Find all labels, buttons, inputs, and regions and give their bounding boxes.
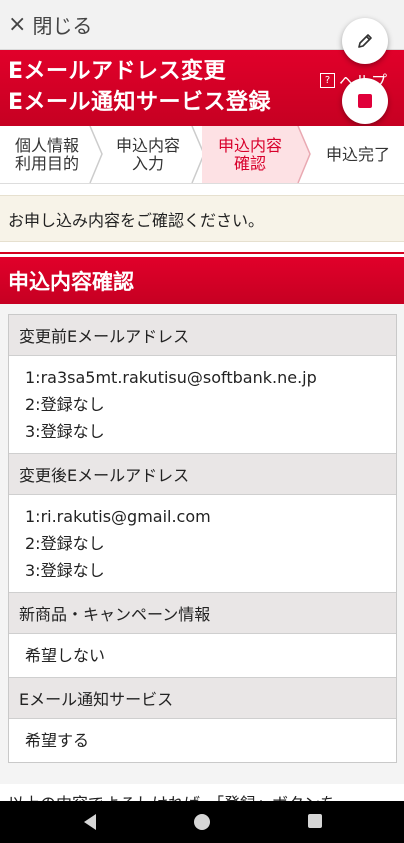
campaign-value: 希望しない <box>25 646 106 665</box>
close-icon[interactable]: × <box>8 13 26 36</box>
step-personal-info: 個人情報 利用目的 <box>14 135 79 173</box>
pencil-icon <box>358 34 372 48</box>
confirm-area: 変更前Eメールアドレス 1:ra3sa5mt.rakutisu@softbank… <box>0 304 404 784</box>
after-email-label: 変更後Eメールアドレス <box>9 454 396 495</box>
section-title: 申込内容確認 <box>0 257 404 304</box>
campaign-label: 新商品・キャンペーン情報 <box>9 593 396 634</box>
campaign-value-row: 希望しない <box>9 634 396 678</box>
notify-label: Eメール通知サービス <box>9 678 396 719</box>
before-email-2: 2:登録なし <box>25 395 105 414</box>
step-input: 申込内容 入力 <box>115 135 180 173</box>
confirm-table: 変更前Eメールアドレス 1:ra3sa5mt.rakutisu@softbank… <box>8 314 397 763</box>
after-email-values: 1:ri.rakutis@gmail.com 2:登録なし 3:登録なし <box>9 495 396 593</box>
notify-value-row: 希望する <box>9 719 396 762</box>
notice-message: お申し込み内容をご確認ください。 <box>0 195 404 242</box>
after-email-1: 1:ri.rakutis@gmail.com <box>25 507 211 526</box>
step-confirm-active: 申込内容 確認 <box>202 126 298 183</box>
edit-button[interactable] <box>342 18 388 64</box>
page-header: Eメールアドレス変更 Eメール通知サービス登録 ? ヘルプ <box>0 50 404 126</box>
home-icon[interactable] <box>194 814 210 830</box>
before-email-1: 1:ra3sa5mt.rakutisu@softbank.ne.jp <box>25 368 317 387</box>
help-icon: ? <box>320 72 335 88</box>
before-email-label: 変更前Eメールアドレス <box>9 315 396 356</box>
recent-apps-icon[interactable] <box>308 814 322 828</box>
stop-icon <box>358 94 372 108</box>
system-nav-bar <box>0 801 404 843</box>
notify-value: 希望する <box>25 731 90 750</box>
close-button-label[interactable]: 閉じる <box>32 10 92 39</box>
after-email-3: 3:登録なし <box>25 561 105 580</box>
back-icon[interactable] <box>84 814 96 830</box>
stop-recording-button[interactable] <box>342 78 388 124</box>
section-divider <box>0 252 404 254</box>
after-email-2: 2:登録なし <box>25 534 105 553</box>
progress-steps: 個人情報 利用目的 申込内容 入力 申込内容 確認 申込完了 <box>0 126 404 184</box>
step-complete: 申込完了 <box>325 144 390 164</box>
step-divider <box>296 126 311 183</box>
before-email-3: 3:登録なし <box>25 422 105 441</box>
before-email-values: 1:ra3sa5mt.rakutisu@softbank.ne.jp 2:登録な… <box>9 356 396 454</box>
